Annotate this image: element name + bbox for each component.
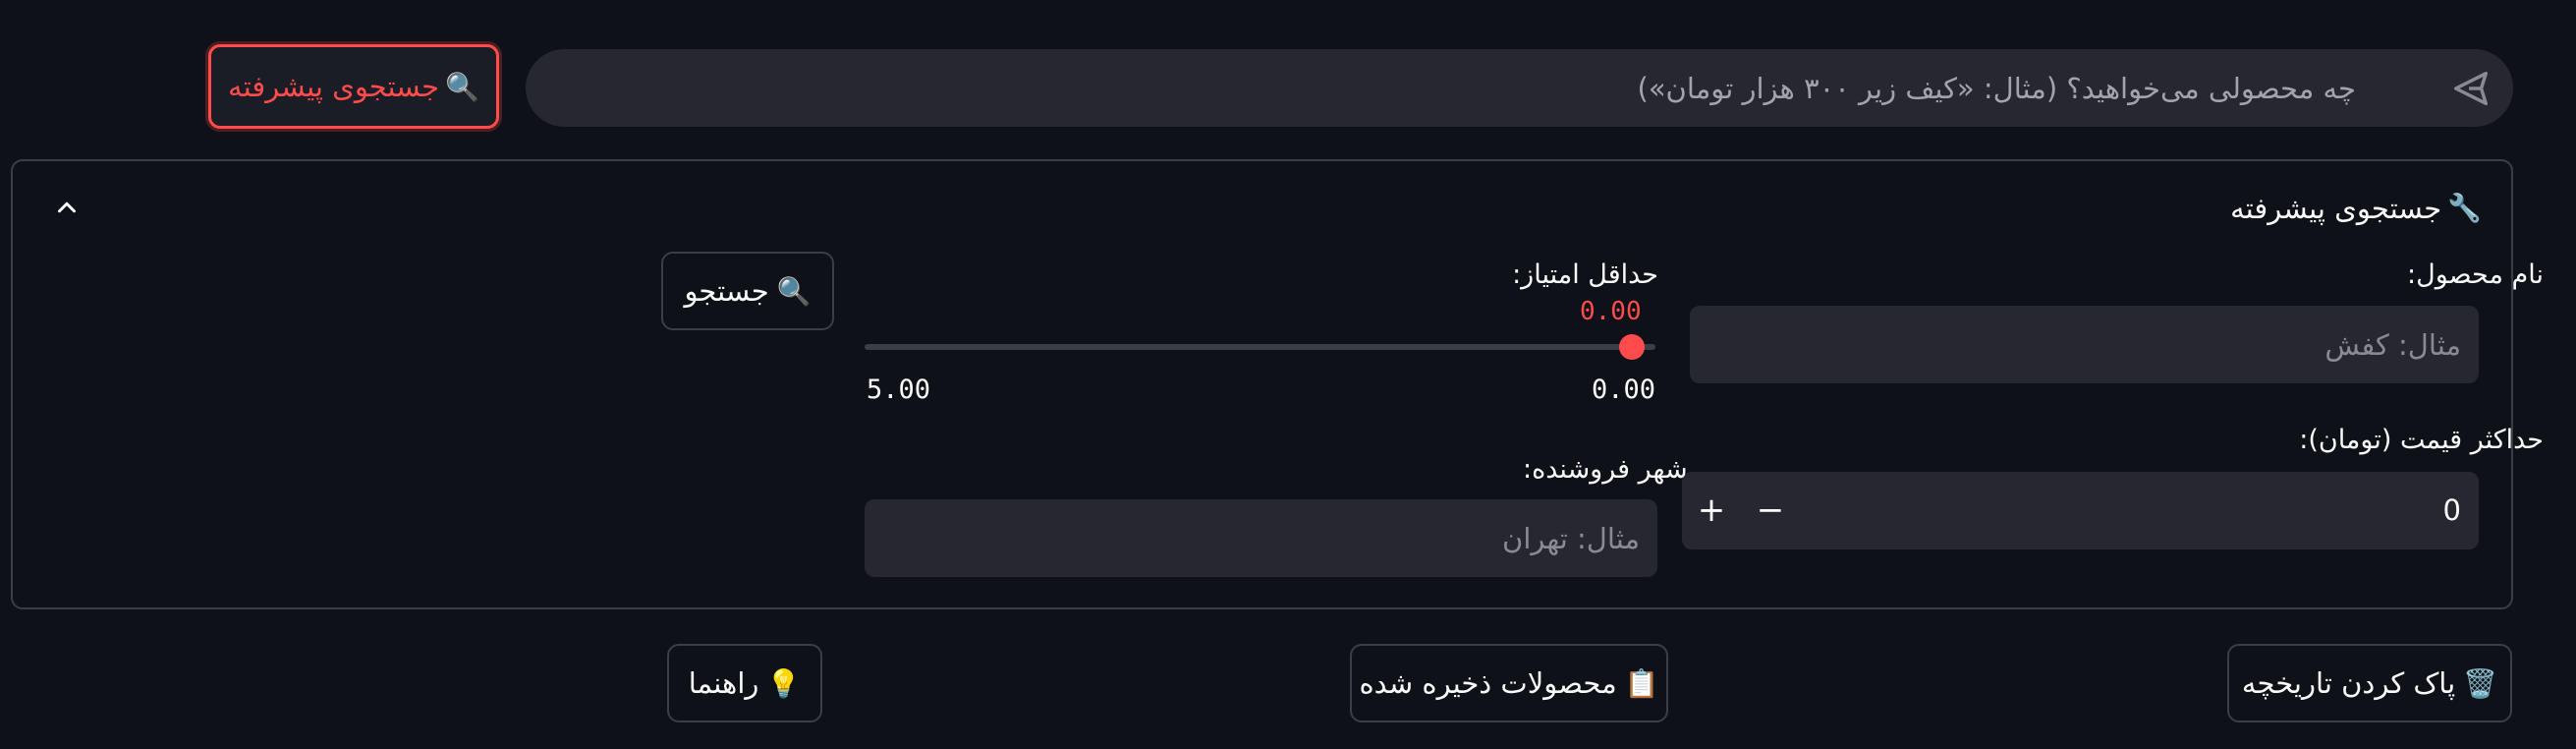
guide-label: راهنما [688, 666, 759, 700]
advanced-search-toggle-button[interactable]: 🔍 جستجوی پیشرفته [208, 44, 499, 129]
chat-input-placeholder: چه محصولی می‌خواهید؟ (مثال: «کیف زیر ۳۰۰… [1637, 72, 2357, 105]
product-name-label: نام محصول: [2406, 259, 2544, 290]
saved-products-button[interactable]: 📋 محصولات ذخیره شده [1350, 644, 1668, 722]
saved-products-label: محصولات ذخیره شده [1359, 666, 1617, 700]
min-rating-slider-track[interactable] [865, 344, 1655, 350]
min-rating-min-label: 0.00 [1592, 374, 1656, 405]
seller-city-placeholder: مثال: تهران [1502, 521, 1640, 555]
search-button-label: جستجو [684, 274, 769, 308]
clipboard-icon: 📋 [1624, 666, 1659, 700]
panel-title: جستجوی پیشرفته [2230, 192, 2442, 225]
send-icon[interactable] [2448, 66, 2493, 111]
guide-button[interactable]: 💡 راهنما [667, 644, 822, 722]
advanced-search-toggle-label: جستجوی پیشرفته [228, 70, 440, 103]
product-name-placeholder: مثال: کفش [2324, 327, 2461, 362]
min-rating-label: حداقل امتیاز: [1512, 259, 1658, 290]
min-rating-current-value: 0.00 [1580, 297, 1642, 326]
min-rating-max-label: 5.00 [867, 374, 931, 405]
max-price-label: حداکثر قیمت (تومان): [2299, 425, 2544, 455]
clear-history-button[interactable]: 🗑️ پاک کردن تاریخچه [2227, 644, 2512, 722]
chevron-up-icon[interactable] [52, 193, 82, 222]
magnifier-icon: 🔍 [776, 274, 812, 308]
wrench-icon: 🔧 [2447, 192, 2482, 224]
panel-header[interactable]: 🔧 جستجوی پیشرفته [2230, 189, 2482, 228]
chat-input[interactable]: چه محصولی می‌خواهید؟ (مثال: «کیف زیر ۳۰۰… [526, 49, 2513, 127]
seller-city-label: شهر فروشنده: [1523, 454, 1688, 485]
max-price-input[interactable]: 0 − + [1682, 472, 2479, 549]
product-name-input[interactable]: مثال: کفش [1690, 306, 2479, 383]
max-price-value: 0 [2442, 493, 2461, 527]
seller-city-input[interactable]: مثال: تهران [865, 499, 1657, 577]
lightbulb-icon: 💡 [766, 666, 802, 700]
min-rating-slider-thumb[interactable] [1619, 334, 1645, 360]
search-button[interactable]: 🔍 جستجو [661, 252, 834, 330]
max-price-increment-button[interactable]: + [1682, 472, 1741, 549]
magnifier-icon: 🔍 [445, 70, 479, 103]
max-price-decrement-button[interactable]: − [1741, 472, 1800, 549]
trash-icon: 🗑️ [2463, 666, 2498, 700]
clear-history-label: پاک کردن تاریخچه [2241, 666, 2456, 700]
